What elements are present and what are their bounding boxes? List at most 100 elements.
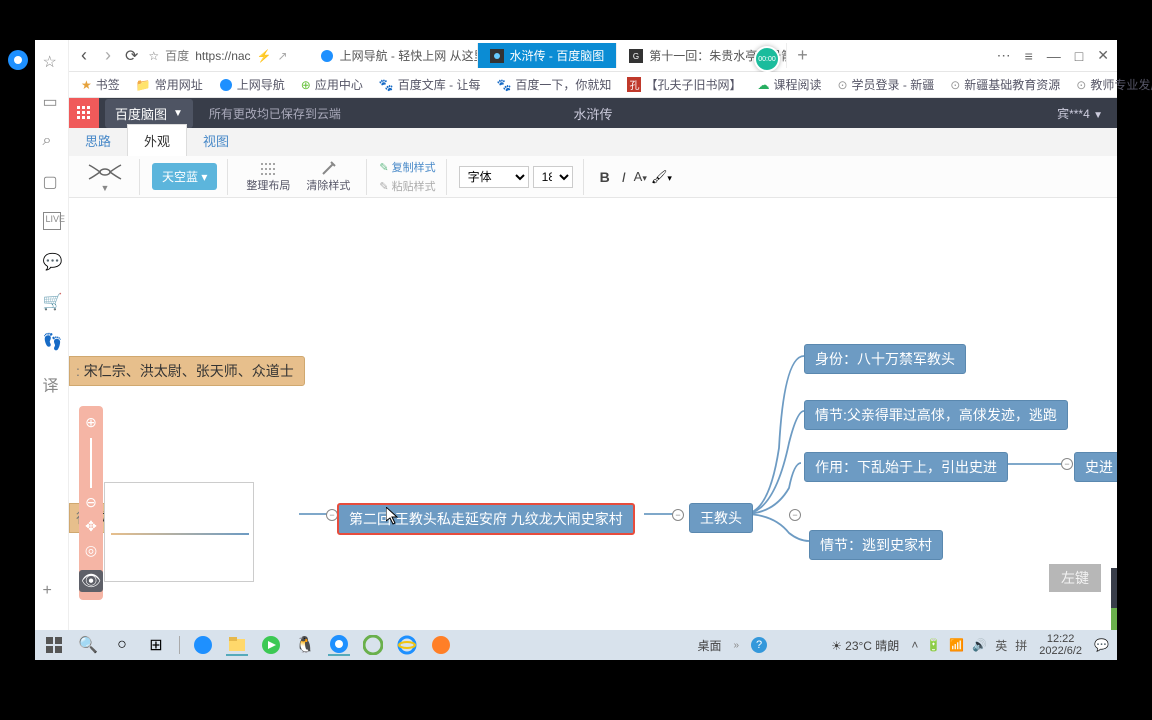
star-outline-icon[interactable]: ☆ (148, 49, 159, 63)
start-button[interactable] (43, 634, 65, 656)
firefox-taskbar-icon[interactable] (430, 634, 452, 656)
new-tab-button[interactable]: + (787, 45, 818, 66)
star-icon[interactable]: ☆ (43, 52, 61, 70)
bold-button[interactable]: B (596, 169, 614, 185)
mindmap-node[interactable]: 作用：下乱始于上，引出史进 (804, 452, 1008, 482)
reload-button[interactable]: ⟳ (125, 46, 138, 66)
taskview-button[interactable]: ⊞ (145, 634, 167, 656)
bookmark-item[interactable]: 📁常用网址 (136, 76, 203, 93)
mindmap-node[interactable]: 情节:父亲得罪过高俅，高俅发迹，逃跑 (804, 400, 1068, 430)
app-tabs: 思路 外观 视图 (69, 128, 1117, 156)
bookmark-item[interactable]: ★书签 (81, 76, 120, 93)
bookmark-item[interactable]: ⊙教师专业发展培训 (1076, 76, 1152, 93)
notification-icon[interactable]: 💬 (1094, 638, 1109, 652)
cortana-button[interactable]: ○ (111, 634, 133, 656)
expand-toggle[interactable]: − (672, 509, 684, 521)
address-bar[interactable]: ☆ 百度 https://nac ⚡ ↗ (148, 47, 287, 64)
font-family-select[interactable]: 字体 (459, 166, 529, 188)
zoom-slider[interactable] (90, 438, 92, 488)
weather-widget[interactable]: ☀ 23°C 晴朗 (831, 637, 899, 654)
tray-expand-icon[interactable]: ˄ (911, 638, 918, 652)
wifi-icon[interactable]: 📶 (949, 638, 964, 652)
help-icon[interactable]: ? (751, 637, 767, 653)
highlight-color-button[interactable]: 🖌▾ (651, 169, 672, 185)
minimap[interactable] (104, 482, 254, 582)
nav-back-button[interactable]: ‹ (77, 45, 91, 66)
menu-icon[interactable]: ≡ (1025, 48, 1033, 64)
cart-icon[interactable]: 🛒 (43, 292, 61, 310)
bookmark-item[interactable]: 上网导航 (219, 76, 285, 93)
search-icon[interactable]: ⌕ (43, 132, 61, 150)
document-title[interactable]: 水浒传 (573, 104, 612, 123)
mindmap-structure-button[interactable]: ▼ (81, 159, 129, 195)
minimap-toggle[interactable]: 👁 (79, 570, 103, 592)
search-button[interactable]: 🔍 (77, 634, 99, 656)
tab-waiguan[interactable]: 外观 (127, 124, 187, 156)
flash-icon[interactable]: ⚡ (257, 49, 272, 63)
bookmark-item[interactable]: 🐾百度文库 - 让每 (379, 76, 481, 93)
mindmap-node[interactable]: 情节：逃到史家村 (809, 530, 943, 560)
timer-badge[interactable]: 00:00 (754, 46, 780, 72)
clock[interactable]: 12:22 2022/6/2 (1039, 633, 1082, 657)
show-desktop-label[interactable]: 桌面 (697, 637, 721, 654)
mindmap-node[interactable]: 身份：八十万禁军教头 (804, 344, 966, 374)
paste-style-button[interactable]: ✎ 粘贴样式 (379, 178, 435, 194)
media-taskbar-icon[interactable] (260, 634, 282, 656)
zoom-out-button[interactable]: ⊖ (82, 494, 100, 512)
fit-button[interactable]: ✥ (82, 518, 100, 536)
auto-layout-button[interactable]: 整理布局 (240, 159, 296, 195)
theme-select[interactable]: 天空蓝 ▾ (152, 163, 217, 190)
font-size-select[interactable]: 18 (533, 166, 573, 188)
translate-icon[interactable]: 译 (43, 372, 61, 390)
user-menu[interactable]: 宾***4 ▼ (1057, 105, 1117, 122)
share-icon[interactable]: ↗ (278, 49, 288, 63)
bookmark-item[interactable]: ⊙新疆基础教育资源 (950, 76, 1060, 93)
apps-grid-button[interactable] (69, 98, 99, 128)
browser2-taskbar-icon[interactable] (362, 634, 384, 656)
mindmap-node[interactable]: 王教头 (689, 503, 753, 533)
bookmark-item[interactable]: 孔【孔夫子旧书网】 (627, 76, 741, 93)
mindmap-node[interactable]: : 宋仁宗、洪太尉、张天师、众道士 (69, 356, 305, 386)
scroll-track (1111, 568, 1117, 608)
copy-style-button[interactable]: ✎ 复制样式 (379, 159, 435, 175)
live-icon[interactable]: LIVE (43, 212, 61, 230)
tab-silu[interactable]: 思路 (69, 125, 127, 156)
plus-icon[interactable]: + (43, 582, 61, 600)
ime-indicator[interactable]: 英 (995, 637, 1007, 654)
mindmap-node-selected[interactable]: 第二回 王教头私走延安府 九纹龙大闹史家村 (337, 503, 635, 535)
zoom-in-button[interactable]: ⊕ (82, 414, 100, 432)
font-color-button[interactable]: A▾ (634, 169, 647, 184)
quark-taskbar-icon[interactable] (328, 634, 350, 656)
bookmark-item[interactable]: ⊕应用中心 (301, 76, 363, 93)
nav-forward-button[interactable]: › (101, 45, 115, 66)
game-icon: G (629, 49, 643, 63)
tab-2[interactable]: 水浒传 - 百度脑图 (478, 43, 618, 68)
battery-icon[interactable]: 🔋 (926, 638, 941, 652)
more-icon[interactable]: ⋯ (997, 47, 1011, 64)
expand-toggle[interactable]: − (789, 509, 801, 521)
ie-taskbar-icon[interactable] (396, 634, 418, 656)
bookmark-item[interactable]: ⊙学员登录 - 新疆 (837, 76, 934, 93)
bookmark-item[interactable]: 🐾百度一下，你就知 (496, 76, 611, 93)
tab-1[interactable]: 上网导航 - 轻快上网 从这里 (308, 43, 478, 68)
mindmap-canvas[interactable]: : 宋仁宗、洪太尉、张天师、众道士 行: 灾、请天师、私放妖魔 − 第二回 王教… (69, 198, 1117, 630)
minimize-button[interactable]: — (1047, 48, 1061, 64)
bookmark-item[interactable]: ☁课程阅读 (757, 76, 821, 93)
clear-style-button[interactable]: 清除样式 (300, 159, 356, 195)
video-icon[interactable]: ▢ (43, 172, 61, 190)
ime-mode[interactable]: 拼 (1015, 637, 1027, 654)
volume-icon[interactable]: 🔊 (972, 638, 987, 652)
explorer-taskbar-icon[interactable] (226, 634, 248, 656)
mindmap-node[interactable]: 史进 (1074, 452, 1117, 482)
tab-shitu[interactable]: 视图 (187, 125, 245, 156)
qq-taskbar-icon[interactable]: 🐧 (294, 634, 316, 656)
italic-button[interactable]: I (618, 169, 630, 185)
edge-taskbar-icon[interactable] (192, 634, 214, 656)
maximize-button[interactable]: □ (1075, 48, 1083, 64)
footprint-icon[interactable]: 👣 (43, 332, 61, 350)
expand-toggle[interactable]: − (1061, 458, 1073, 470)
book-icon[interactable]: ▭ (43, 92, 61, 110)
locate-button[interactable]: ◎ (82, 542, 100, 560)
chat-icon[interactable]: 💬 (43, 252, 61, 270)
close-button[interactable]: ✕ (1097, 47, 1109, 64)
